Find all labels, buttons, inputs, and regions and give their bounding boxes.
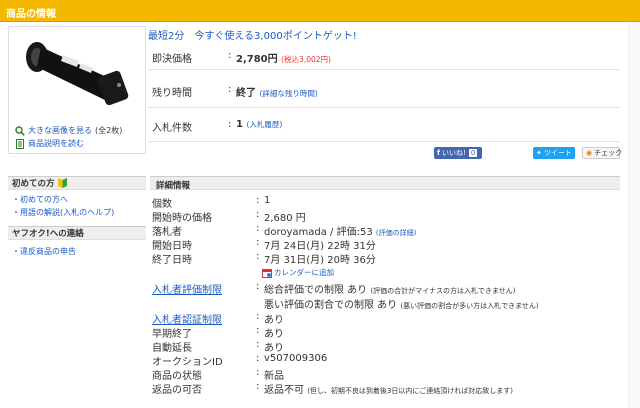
detail-row-returns: 返品の可否: 返品不可 (但し、初期不良は到着後3日以内にご連絡頂ければ対応致し… [152, 381, 513, 396]
read-description-label[interactable]: 商品説明を読む [28, 138, 84, 149]
detail-row-winner: 落札者: doroyamada / 評価:53 (評価の詳細) [152, 223, 417, 238]
bidder-auth-limit-link[interactable]: 入札者認証制限 [152, 311, 222, 326]
bids-value: 1 (入札履歴) [236, 119, 283, 130]
time-left-row: 残り時間 : 終了 (詳細な残り時間) [148, 70, 620, 108]
section-header: 商品の情報 [0, 0, 640, 22]
detail-row-quantity: 個数:1 [152, 195, 271, 210]
page-scroll-gutter [628, 22, 640, 408]
detail-row-start-price: 開始時の価格:2,680 円 [152, 209, 306, 224]
bidder-rating-limit-link[interactable]: 入札者評価制限 [152, 281, 222, 296]
detail-row-end-time: 終了日時:7月 31日(月) 20時 36分 [152, 251, 376, 266]
detail-row-condition: 商品の状態: 新品 [152, 367, 284, 382]
beginner-section-header: 初めての方 [8, 176, 146, 190]
document-icon [15, 138, 25, 149]
twitter-bird-icon: ✦ [536, 149, 542, 157]
detail-row-early-end: 早期終了: あり [152, 325, 284, 340]
bids-label: 入札件数 [152, 123, 192, 134]
product-image[interactable] [23, 35, 131, 105]
detail-row-auto-extend: 自動延長: あり [152, 339, 284, 354]
details-header: 詳細情報 [150, 176, 620, 191]
sidebar-link-report[interactable]: ・違反商品の申告 [12, 246, 76, 257]
detail-row-auction-id: オークションID: v507009306 [152, 353, 328, 368]
magnifier-icon [15, 125, 25, 136]
contact-section-header: ヤフオク!への連絡 [8, 226, 146, 240]
detail-row-bad-rating-limit: 悪い評価の割合での制限 あり (悪い評価の割合が多い方は入札できません) [264, 300, 539, 311]
tweet-button[interactable]: ✦ ツイート [533, 147, 575, 159]
enlarge-image-link[interactable]: 大きな画像を見る (全2枚) [15, 125, 122, 136]
detail-row-start-time: 開始日時:7月 24日(月) 22時 31分 [152, 237, 376, 252]
sidebar-link-glossary[interactable]: ・用語の解説(入札のヘルプ) [12, 207, 114, 218]
time-left-value: 終了 (詳細な残り時間) [236, 88, 318, 99]
promo-link[interactable]: 最短2分 今すぐ使える3,000ポイントゲット! [148, 27, 357, 42]
section-title: 商品の情報 [6, 9, 56, 20]
image-count: (全2枚) [95, 126, 123, 135]
product-image-box: 大きな画像を見る (全2枚) 商品説明を読む [8, 26, 146, 154]
price-label: 即決価格 [152, 54, 192, 65]
enlarge-image-label[interactable]: 大きな画像を見る [28, 125, 92, 136]
rating-detail-link[interactable]: (評価の詳細) [376, 229, 416, 237]
add-calendar-link[interactable]: カレンダーに追加 [262, 267, 334, 278]
facebook-icon: f [437, 149, 441, 157]
bid-history-link[interactable]: (入札履歴) [246, 120, 282, 129]
price-tax: (税込3,002円) [281, 55, 331, 64]
sidebar-link-beginner[interactable]: ・初めての方へ [12, 194, 68, 205]
detail-row-bidder-rating-limit: 入札者評価制限: 総合評価での制限 あり (評価の合計がマイナスの方は入札できま… [152, 281, 516, 296]
time-detail-link[interactable]: (詳細な残り時間) [259, 89, 317, 98]
time-left-label: 残り時間 [152, 88, 192, 99]
check-button[interactable]: ◉ チェック [582, 147, 622, 159]
read-description-link[interactable]: 商品説明を読む [15, 138, 84, 149]
price-row: 即決価格 : 2,780円 (税込3,002円) [148, 42, 620, 70]
calendar-icon [262, 268, 272, 278]
beginner-mark-icon [57, 178, 68, 188]
facebook-like-button[interactable]: f いいね! 0 [434, 147, 482, 159]
bids-row: 入札件数 : 1 (入札履歴) [148, 108, 620, 142]
check-icon: ◉ [586, 149, 593, 157]
price-value: 2,780円 (税込3,002円) [236, 54, 331, 65]
like-count: 0 [468, 149, 478, 157]
detail-row-bidder-auth-limit: 入札者認証制限: あり [152, 311, 284, 326]
